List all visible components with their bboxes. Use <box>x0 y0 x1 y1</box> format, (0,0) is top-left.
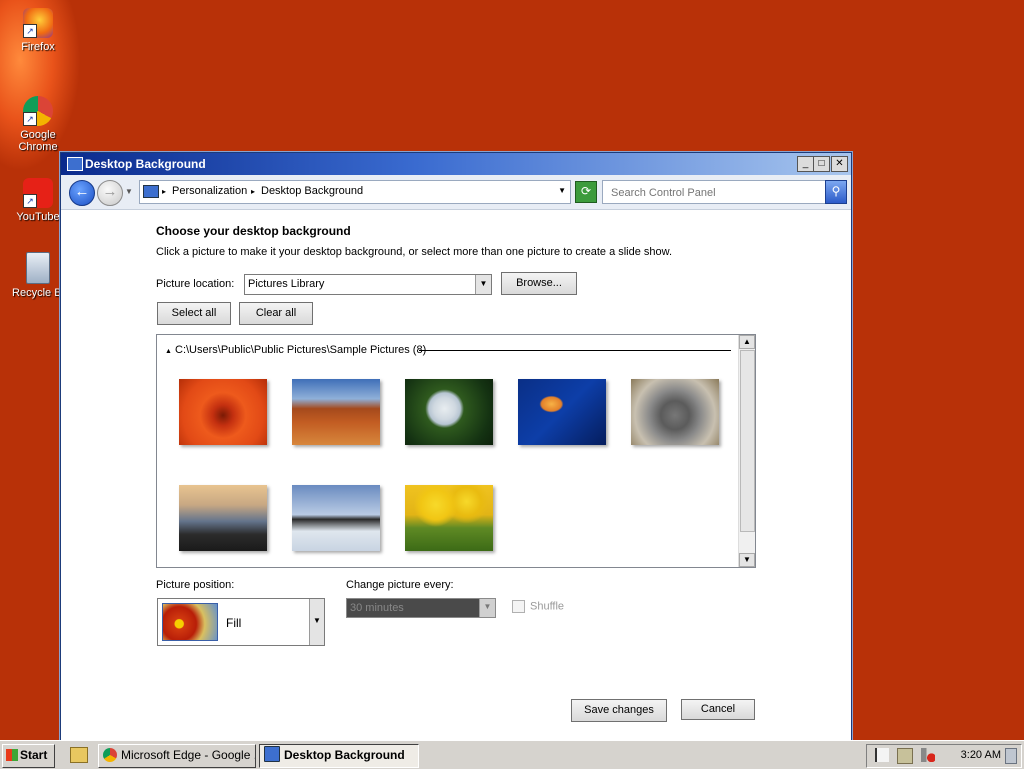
start-button[interactable]: Start <box>2 744 55 768</box>
taskbar: Start Microsoft Edge - Google ... Deskto… <box>0 740 1024 769</box>
group-header-label: C:\Users\Public\Public Pictures\Sample P… <box>175 344 427 356</box>
desktop-icon-firefox[interactable]: ↗ Firefox <box>0 8 76 53</box>
chevron-down-icon[interactable]: ▼ <box>479 599 495 617</box>
desktop-icon-google-chrome[interactable]: ↗ Google Chrome <box>0 96 76 153</box>
chrysanthemum-thumbnail[interactable] <box>179 379 267 445</box>
search-box[interactable] <box>602 180 826 204</box>
taskbar-button-edge[interactable]: Microsoft Edge - Google ... <box>98 744 256 768</box>
firefox-icon: ↗ <box>23 8 53 38</box>
control-panel-icon <box>264 746 280 762</box>
clear-all-button[interactable]: Clear all <box>239 302 313 325</box>
forward-button[interactable]: → <box>97 180 123 206</box>
maximize-button[interactable]: □ <box>813 156 830 172</box>
control-panel-icon <box>67 157 83 171</box>
minimize-button[interactable]: _ <box>797 156 814 172</box>
desktop-icon-label: YouTube <box>16 211 60 223</box>
search-input[interactable] <box>609 183 823 203</box>
picture-gallery: ▲ C:\Users\Public\Public Pictures\Sample… <box>156 334 756 568</box>
desktop-icon-label: Recycle Bi <box>12 287 64 299</box>
taskbar-button-desktop-background[interactable]: Desktop Background <box>259 744 419 768</box>
shortcut-arrow-icon: ↗ <box>23 194 37 208</box>
picture-position-label: Picture position: <box>156 579 235 591</box>
shuffle-checkbox[interactable]: Shuffle <box>512 600 564 613</box>
browse-button[interactable]: Browse... <box>501 272 577 295</box>
recent-pages-dropdown-icon[interactable]: ▼ <box>125 187 133 196</box>
change-picture-value: 30 minutes <box>350 602 404 614</box>
page-description: Click a picture to make it your desktop … <box>156 246 673 258</box>
save-changes-button[interactable]: Save changes <box>571 699 667 722</box>
picture-location-value: Pictures Library <box>248 278 325 290</box>
hydrangeas-thumbnail[interactable] <box>405 379 493 445</box>
page-title: Choose your desktop background <box>156 224 351 238</box>
vertical-scrollbar[interactable]: ▲ ▼ <box>738 335 755 567</box>
picture-location-label: Picture location: <box>156 278 235 290</box>
tulips-thumbnail[interactable] <box>405 485 493 551</box>
cancel-button[interactable]: Cancel <box>681 699 755 720</box>
select-all-button[interactable]: Select all <box>157 302 231 325</box>
address-dropdown-icon[interactable]: ▼ <box>558 186 566 195</box>
breadcrumb-desktop-background[interactable]: Desktop Background <box>261 185 363 197</box>
desktop-icon-label: Google Chrome <box>18 129 58 153</box>
desktop-background-window: Desktop Background _ □ ✕ ← → ▼ ▸ Persona… <box>60 152 852 742</box>
clock[interactable]: 3:20 AM <box>961 749 1001 761</box>
divider <box>419 350 731 351</box>
koala-thumbnail[interactable] <box>631 379 719 445</box>
breadcrumb-separator-icon[interactable]: ▸ <box>162 187 166 196</box>
volume-muted-icon[interactable] <box>921 748 935 762</box>
desert-thumbnail[interactable] <box>292 379 380 445</box>
desktop-icon-label: Firefox <box>21 41 55 53</box>
recycle-bin-icon <box>26 252 50 284</box>
file-explorer-icon[interactable] <box>70 747 88 763</box>
breadcrumb[interactable]: ▸ Personalization ▸ Desktop Background ▼ <box>139 180 571 204</box>
chrome-icon <box>103 748 117 762</box>
start-label: Start <box>20 748 48 762</box>
group-header[interactable]: ▲ C:\Users\Public\Public Pictures\Sample… <box>165 344 426 356</box>
penguins-thumbnail[interactable] <box>292 485 380 551</box>
change-picture-label: Change picture every: <box>346 579 454 591</box>
jellyfish-thumbnail[interactable] <box>518 379 606 445</box>
search-icon[interactable]: ⚲ <box>825 180 847 204</box>
chevron-down-icon[interactable]: ▼ <box>475 275 491 294</box>
picture-position-select[interactable]: Fill ▼ <box>157 598 325 646</box>
position-preview-image <box>162 603 218 641</box>
breadcrumb-personalization[interactable]: Personalization <box>172 185 247 197</box>
window-titlebar[interactable]: Desktop Background _ □ ✕ <box>61 153 851 175</box>
control-panel-icon <box>143 185 159 198</box>
network-icon[interactable] <box>897 748 913 764</box>
windows-logo-icon <box>6 749 18 761</box>
chrome-icon: ↗ <box>23 96 53 126</box>
shortcut-arrow-icon: ↗ <box>23 112 37 126</box>
taskbar-button-label: Microsoft Edge - Google ... <box>121 748 256 762</box>
show-desktop-icon[interactable] <box>1005 748 1017 764</box>
refresh-button[interactable]: ⟳ <box>575 181 597 203</box>
scroll-up-icon[interactable]: ▲ <box>739 335 755 349</box>
change-picture-select[interactable]: 30 minutes ▼ <box>346 598 496 618</box>
address-bar: ← → ▼ ▸ Personalization ▸ Desktop Backgr… <box>61 175 851 210</box>
lighthouse-thumbnail[interactable] <box>179 485 267 551</box>
picture-position-value: Fill <box>226 616 242 630</box>
back-button[interactable]: ← <box>69 180 95 206</box>
close-button[interactable]: ✕ <box>831 156 848 172</box>
scrollbar-thumb[interactable] <box>740 350 755 532</box>
window-title: Desktop Background <box>85 157 206 171</box>
breadcrumb-separator-icon[interactable]: ▸ <box>251 187 255 196</box>
shortcut-arrow-icon: ↗ <box>23 24 37 38</box>
shuffle-label: Shuffle <box>530 600 565 613</box>
flag-icon[interactable] <box>875 748 889 762</box>
picture-location-select[interactable]: Pictures Library ▼ <box>244 274 492 295</box>
chevron-down-icon[interactable]: ▼ <box>309 599 324 645</box>
checkbox-icon[interactable] <box>512 600 525 613</box>
system-tray: 3:20 AM <box>866 744 1022 768</box>
collapse-chevron-icon[interactable]: ▲ <box>165 348 172 355</box>
taskbar-button-label: Desktop Background <box>284 748 405 762</box>
main-content: Choose your desktop background Click a p… <box>61 210 851 741</box>
scroll-down-icon[interactable]: ▼ <box>739 553 755 567</box>
youtube-icon: ↗ <box>23 178 53 208</box>
